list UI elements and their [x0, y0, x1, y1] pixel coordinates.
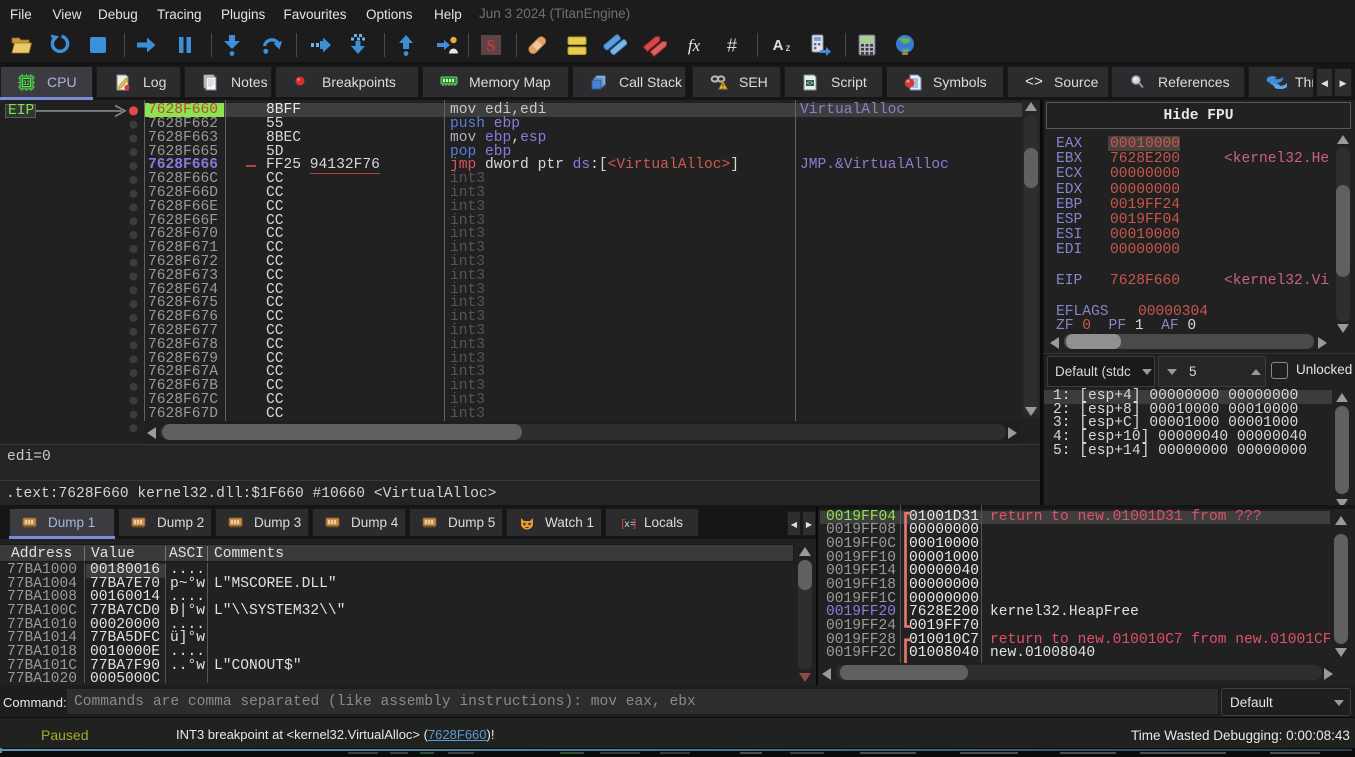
svg-text:<>: <> [806, 81, 814, 87]
svg-text:]: ] [631, 519, 636, 529]
svg-text:<>: <> [1025, 74, 1043, 88]
svg-text:A: A [773, 37, 784, 54]
svg-text:fx: fx [688, 36, 701, 55]
svg-text:#: # [727, 36, 737, 56]
svg-text:!: ! [722, 85, 724, 91]
svg-text:32: 32 [23, 81, 30, 87]
svg-text:S: S [486, 36, 495, 55]
svg-text:z: z [786, 43, 791, 54]
